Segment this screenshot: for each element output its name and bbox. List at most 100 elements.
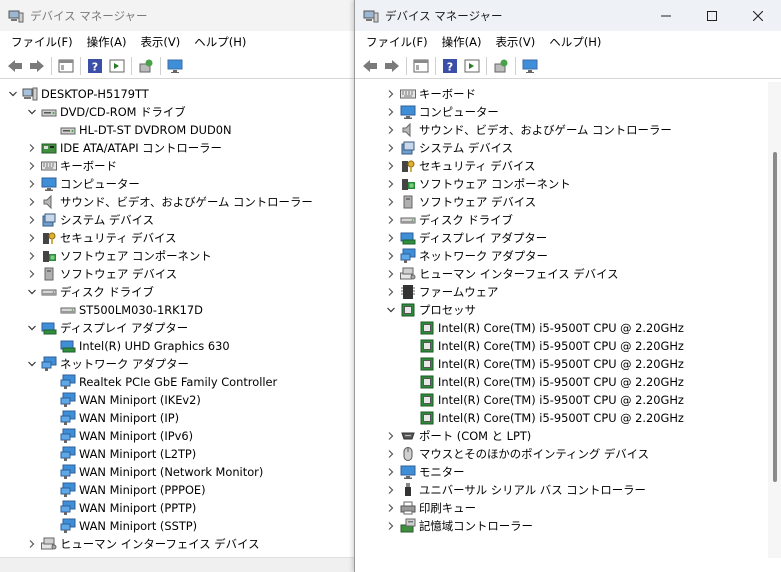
chevron-right-icon[interactable] [25, 157, 39, 175]
chevron-right-icon[interactable] [25, 247, 39, 265]
chevron-right-icon[interactable] [384, 499, 398, 517]
back-arrow-icon[interactable] [4, 55, 26, 77]
horizontal-scrollbar[interactable] [0, 557, 354, 572]
chevron-down-icon[interactable] [6, 85, 20, 103]
menu-view[interactable]: 表示(V) [133, 31, 187, 53]
chevron-right-icon[interactable] [25, 535, 39, 553]
device-category[interactable]: ファームウェア [384, 283, 498, 301]
device-category[interactable]: コンピューター [384, 103, 499, 121]
chevron-right-icon[interactable] [384, 175, 398, 193]
menu-file[interactable]: ファイル(F) [359, 31, 435, 53]
device-category[interactable]: DVD/CD-ROM ドライブ [25, 103, 186, 121]
maximize-button[interactable] [689, 0, 735, 31]
device-item[interactable]: Intel(R) Core(TM) i5-9500T CPU @ 2.20GHz [403, 373, 684, 391]
device-category[interactable]: プロセッサ [384, 301, 476, 319]
device-tree[interactable]: DESKTOP-H5179TT DVD/CD-ROM ドライブ HL-DT-ST D… [0, 82, 354, 572]
chevron-right-icon[interactable] [384, 157, 398, 175]
device-category[interactable]: ポート (COM と LPT) [384, 427, 531, 445]
monitor-icon[interactable] [164, 55, 186, 77]
device-item[interactable]: WAN Miniport (IKEv2) [44, 391, 201, 409]
device-category[interactable]: ネットワーク アダプター [384, 247, 548, 265]
device-category[interactable]: ヒューマン インターフェイス デバイス [25, 535, 260, 553]
help-icon[interactable]: ? [439, 55, 461, 77]
device-category[interactable]: マウスとそのほかのポインティング デバイス [384, 445, 649, 463]
device-category[interactable]: サウンド、ビデオ、およびゲーム コントローラー [25, 193, 313, 211]
title-bar[interactable]: デバイス マネージャー [355, 0, 781, 31]
device-item[interactable]: WAN Miniport (Network Monitor) [44, 463, 263, 481]
chevron-right-icon[interactable] [384, 85, 398, 103]
device-item[interactable]: ST500LM030-1RK17D [44, 301, 203, 319]
chevron-right-icon[interactable] [384, 463, 398, 481]
device-category[interactable]: ヒューマン インターフェイス デバイス [384, 265, 619, 283]
chevron-right-icon[interactable] [25, 211, 39, 229]
menu-action[interactable]: 操作(A) [80, 31, 134, 53]
device-item[interactable]: Intel(R) Core(TM) i5-9500T CPU @ 2.20GHz [403, 391, 684, 409]
device-item[interactable]: Realtek PCIe GbE Family Controller [44, 373, 277, 391]
chevron-right-icon[interactable] [384, 445, 398, 463]
device-category[interactable]: ディスプレイ アダプター [25, 319, 188, 337]
back-arrow-icon[interactable] [359, 55, 381, 77]
device-category[interactable]: ソフトウェア コンポーネント [384, 175, 571, 193]
chevron-right-icon[interactable] [384, 211, 398, 229]
chevron-right-icon[interactable] [384, 517, 398, 535]
device-item[interactable]: Intel(R) Core(TM) i5-9500T CPU @ 2.20GHz [403, 409, 684, 427]
menu-view[interactable]: 表示(V) [488, 31, 542, 53]
properties-icon[interactable] [55, 55, 77, 77]
help-icon[interactable]: ? [84, 55, 106, 77]
title-bar[interactable]: デバイス マネージャー [0, 0, 354, 31]
menu-help[interactable]: ヘルプ(H) [187, 31, 253, 53]
chevron-right-icon[interactable] [25, 229, 39, 247]
chevron-down-icon[interactable] [25, 283, 39, 301]
device-category[interactable]: モニター [384, 463, 465, 481]
device-category[interactable]: 印刷キュー [384, 499, 476, 517]
show-hidden-icon[interactable] [106, 55, 128, 77]
chevron-right-icon[interactable] [384, 139, 398, 157]
device-category[interactable]: セキュリティ デバイス [384, 157, 536, 175]
minimize-button[interactable] [643, 0, 689, 31]
device-category[interactable]: ソフトウェア デバイス [25, 265, 177, 283]
chevron-down-icon[interactable] [25, 355, 39, 373]
menu-help[interactable]: ヘルプ(H) [542, 31, 608, 53]
chevron-right-icon[interactable] [25, 265, 39, 283]
chevron-down-icon[interactable] [384, 301, 398, 319]
device-tree[interactable]: キーボード コンピューター サウンド、ビデオ、およびゲーム コントローラー システム … [355, 82, 768, 572]
device-category[interactable]: ディスプレイ アダプター [384, 229, 547, 247]
device-category[interactable]: ネットワーク アダプター [25, 355, 189, 373]
show-hidden-icon[interactable] [461, 55, 483, 77]
device-category[interactable]: サウンド、ビデオ、およびゲーム コントローラー [384, 121, 672, 139]
device-category[interactable]: ユニバーサル シリアル バス コントローラー [384, 481, 646, 499]
device-item[interactable]: WAN Miniport (IP) [44, 409, 179, 427]
scan-hardware-icon[interactable] [490, 55, 512, 77]
device-category[interactable]: セキュリティ デバイス [25, 229, 177, 247]
chevron-right-icon[interactable] [25, 175, 39, 193]
chevron-right-icon[interactable] [384, 193, 398, 211]
menu-action[interactable]: 操作(A) [435, 31, 489, 53]
chevron-right-icon[interactable] [384, 247, 398, 265]
device-category[interactable]: コンピューター [25, 175, 140, 193]
device-category[interactable]: システム デバイス [25, 211, 154, 229]
monitor-icon[interactable] [519, 55, 541, 77]
device-category[interactable]: IDE ATA/ATAPI コントローラー [25, 139, 222, 157]
device-item[interactable]: WAN Miniport (L2TP) [44, 445, 196, 463]
device-category[interactable]: 記憶域コントローラー [384, 517, 533, 535]
device-item[interactable]: Intel(R) Core(TM) i5-9500T CPU @ 2.20GHz [403, 355, 684, 373]
device-item[interactable]: Intel(R) UHD Graphics 630 [44, 337, 230, 355]
scan-hardware-icon[interactable] [135, 55, 157, 77]
chevron-right-icon[interactable] [384, 427, 398, 445]
chevron-right-icon[interactable] [384, 481, 398, 499]
chevron-right-icon[interactable] [384, 121, 398, 139]
chevron-right-icon[interactable] [25, 193, 39, 211]
chevron-right-icon[interactable] [384, 103, 398, 121]
device-category[interactable]: ソフトウェア コンポーネント [25, 247, 212, 265]
device-category[interactable]: ディスク ドライブ [384, 211, 513, 229]
device-category[interactable]: システム デバイス [384, 139, 513, 157]
device-category[interactable]: ソフトウェア デバイス [384, 193, 536, 211]
properties-icon[interactable] [410, 55, 432, 77]
menu-file[interactable]: ファイル(F) [4, 31, 80, 53]
vertical-scrollbar-thumb[interactable] [773, 152, 777, 482]
chevron-right-icon[interactable] [25, 139, 39, 157]
device-item[interactable]: WAN Miniport (PPTP) [44, 499, 196, 517]
chevron-down-icon[interactable] [25, 103, 39, 121]
close-button[interactable] [735, 0, 781, 31]
device-item[interactable]: Intel(R) Core(TM) i5-9500T CPU @ 2.20GHz [403, 337, 684, 355]
